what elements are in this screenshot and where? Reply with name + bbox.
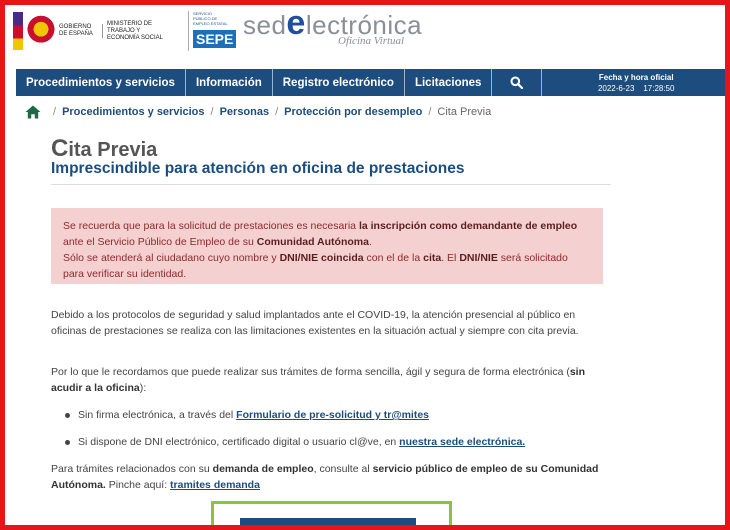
breadcrumb-separator: /: [275, 106, 279, 118]
list-item: Si dispone de DNI electrónico, certifica…: [65, 434, 605, 450]
alert-bold: DNI/NIE: [459, 252, 498, 264]
sepe-logo[interactable]: Servicio Público de Empleo Estatal SEPE: [188, 11, 237, 51]
alert-bold: la inscripción como demandante de empleo: [358, 220, 578, 232]
bullet-dot: [65, 440, 70, 445]
sede-electronica-logo[interactable]: sedelectrónica Oficina Virtual: [243, 6, 422, 57]
breadcrumb-proteccion[interactable]: Protección por desempleo: [284, 106, 422, 118]
main-navbar: Procedimientos y servicios Información R…: [16, 69, 725, 96]
paragraph-text: ):: [139, 382, 147, 394]
alert-text: con el de la: [363, 252, 424, 264]
clock-value: 2022-6-23 17:28:50: [597, 83, 675, 93]
nav-registro[interactable]: Registro electrónico: [273, 69, 405, 96]
sede-prefix: sed: [243, 10, 287, 40]
sede-electronica-link[interactable]: nuestra sede electrónica.: [399, 436, 525, 448]
breadcrumb-separator: /: [210, 106, 214, 118]
page-title-rest: ita Previa: [68, 139, 158, 161]
paragraph-text: , consulte al: [313, 463, 373, 475]
highlight-box: [211, 501, 452, 525]
electronic-paragraph: Por lo que le recordamos que puede reali…: [51, 364, 611, 396]
list-item-text: Si dispone de DNI electrónico, certifica…: [78, 434, 525, 450]
list-item-label: Sin firma electrónica, a través del: [78, 409, 237, 421]
bullet-dot: [65, 413, 70, 418]
breadcrumb-separator: /: [53, 106, 57, 118]
official-clock: Fecha y hora oficial 2022-6-23 17:28:50: [542, 69, 725, 96]
page-title: Cita Previa: [51, 135, 611, 163]
pre-solicitud-link[interactable]: Formulario de pre-solicitud y tr@mites: [236, 409, 429, 421]
paragraph-text: Para trámites relacionados con su: [51, 463, 213, 475]
sede-e: e: [286, 4, 306, 42]
list-item: Sin firma electrónica, a través del Form…: [65, 407, 605, 423]
paragraph-text: Por lo que le recordamos que puede reali…: [51, 366, 570, 378]
paragraph-text: Pinche aquí:: [105, 479, 171, 491]
sepe-acronym: SEPE: [193, 30, 237, 48]
nav-licitaciones[interactable]: Licitaciones: [405, 69, 493, 96]
clock-label: Fecha y hora oficial: [598, 72, 674, 82]
nav-search-button[interactable]: [492, 69, 543, 96]
alert-text: . El: [441, 252, 460, 264]
nav-informacion[interactable]: Información: [186, 69, 273, 96]
breadcrumb-personas[interactable]: Personas: [220, 106, 270, 118]
breadcrumb-current: Cita Previa: [437, 106, 492, 118]
screenshot-frame: Gobierno de España Ministerio de Trabajo…: [0, 0, 730, 530]
alert-box: Se recuerda que para la solicitud de pre…: [51, 208, 603, 284]
ministry-label: Ministerio de Trabajo y Economía Social: [107, 20, 164, 41]
flag-strip: [13, 12, 23, 50]
list-item-label: Si dispone de DNI electrónico, certifica…: [78, 436, 400, 448]
list-item-text: Sin firma electrónica, a través del Form…: [78, 407, 429, 423]
demanda-paragraph: Para trámites relacionados con su demand…: [51, 461, 611, 493]
alert-text: .: [368, 236, 372, 248]
search-icon: [510, 76, 524, 89]
breadcrumb-separator: /: [428, 106, 432, 118]
alert-text: Se recuerda que para la solicitud de pre…: [63, 220, 359, 232]
page-title-initial: C: [51, 135, 69, 162]
home-icon[interactable]: [25, 105, 41, 119]
government-logo[interactable]: Gobierno de España Ministerio de Trabajo…: [13, 11, 188, 51]
breadcrumb-procedimientos[interactable]: Procedimientos y servicios: [62, 106, 204, 118]
tramites-demanda-link[interactable]: tramites demanda: [170, 479, 260, 491]
alert-text: ante el Servicio Público de Empleo de su: [63, 236, 257, 248]
paragraph-bold: demanda de empleo: [212, 463, 314, 475]
sepe-full-name: Servicio Público de Empleo Estatal: [193, 11, 228, 26]
government-label: Gobierno de España: [59, 24, 103, 38]
breadcrumb: / Procedimientos y servicios / Personas …: [25, 104, 491, 120]
nav-procedimientos[interactable]: Procedimientos y servicios: [16, 69, 186, 96]
site-header: Gobierno de España Ministerio de Trabajo…: [10, 6, 725, 65]
page-subtitle: Imprescindible para atención en oficina …: [51, 160, 611, 185]
sede-subtitle: Oficina Virtual: [338, 35, 405, 47]
covid-paragraph: Debido a los protocolos de seguridad y s…: [51, 309, 579, 337]
alert-bold: cita: [423, 252, 442, 264]
cita-previa-button[interactable]: [240, 518, 416, 525]
coat-of-arms-icon: [27, 13, 55, 49]
alert-bold: Comunidad Autónoma: [256, 236, 369, 248]
alert-text: Sólo se atenderá al ciudadano cuyo nombr…: [63, 252, 280, 264]
alert-bold: DNI/NIE coincida: [279, 252, 364, 264]
